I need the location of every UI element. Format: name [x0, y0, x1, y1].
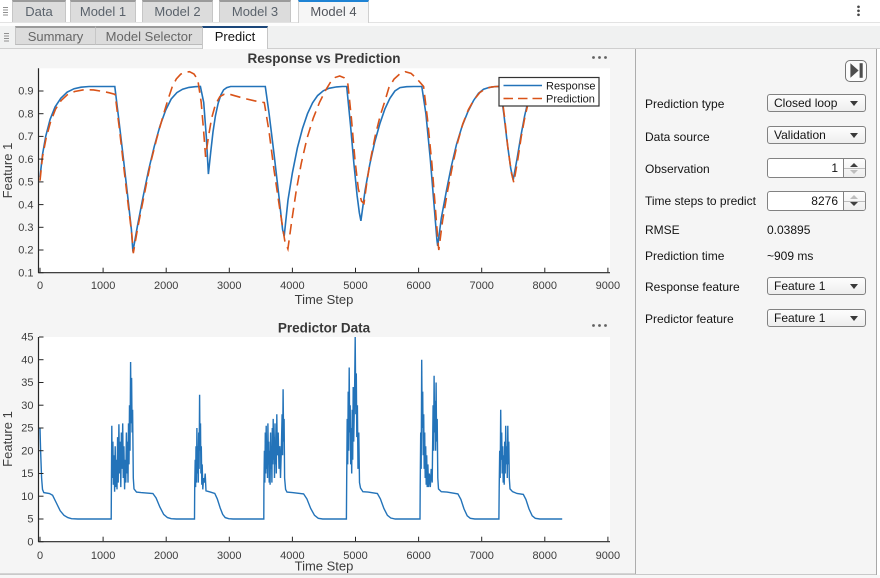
- svg-text:Time Step: Time Step: [295, 292, 354, 307]
- svg-text:Feature 1: Feature 1: [0, 411, 15, 467]
- svg-text:7000: 7000: [469, 280, 493, 292]
- svg-text:5000: 5000: [343, 280, 367, 292]
- svg-text:5: 5: [27, 514, 33, 526]
- svg-text:Response: Response: [546, 80, 596, 92]
- svg-text:1000: 1000: [91, 280, 115, 292]
- svg-text:0.9: 0.9: [18, 86, 33, 98]
- svg-text:3000: 3000: [217, 550, 241, 562]
- svg-text:0.8: 0.8: [18, 108, 33, 120]
- svg-text:9000: 9000: [596, 280, 620, 292]
- svg-text:8000: 8000: [533, 550, 557, 562]
- svg-text:40: 40: [21, 354, 33, 366]
- svg-text:0.4: 0.4: [18, 199, 33, 211]
- svg-text:9000: 9000: [596, 550, 620, 562]
- svg-text:25: 25: [21, 423, 33, 435]
- svg-text:0: 0: [37, 280, 43, 292]
- svg-text:10: 10: [21, 491, 33, 503]
- svg-text:0.3: 0.3: [18, 222, 33, 234]
- svg-text:35: 35: [21, 377, 33, 389]
- svg-text:Response vs Prediction: Response vs Prediction: [247, 51, 400, 66]
- svg-text:0.1: 0.1: [18, 267, 33, 279]
- svg-text:Feature 1: Feature 1: [0, 143, 15, 199]
- svg-text:3000: 3000: [217, 280, 241, 292]
- svg-text:6000: 6000: [406, 550, 430, 562]
- svg-text:8000: 8000: [533, 280, 557, 292]
- svg-text:0.5: 0.5: [18, 177, 33, 189]
- svg-text:Time Step: Time Step: [295, 559, 354, 574]
- svg-text:2000: 2000: [154, 550, 178, 562]
- svg-text:15: 15: [21, 468, 33, 480]
- svg-text:0.7: 0.7: [18, 131, 33, 143]
- svg-text:4000: 4000: [280, 280, 304, 292]
- svg-text:Predictor Data: Predictor Data: [278, 321, 371, 336]
- svg-text:6000: 6000: [406, 280, 430, 292]
- svg-text:30: 30: [21, 400, 33, 412]
- svg-text:2000: 2000: [154, 280, 178, 292]
- svg-text:45: 45: [21, 332, 33, 344]
- svg-text:1000: 1000: [91, 550, 115, 562]
- svg-text:0.2: 0.2: [18, 245, 33, 257]
- svg-text:7000: 7000: [469, 550, 493, 562]
- svg-text:0: 0: [27, 536, 33, 548]
- svg-text:0: 0: [37, 550, 43, 562]
- svg-text:Prediction: Prediction: [546, 93, 595, 105]
- svg-text:0.6: 0.6: [18, 154, 33, 166]
- svg-text:20: 20: [21, 445, 33, 457]
